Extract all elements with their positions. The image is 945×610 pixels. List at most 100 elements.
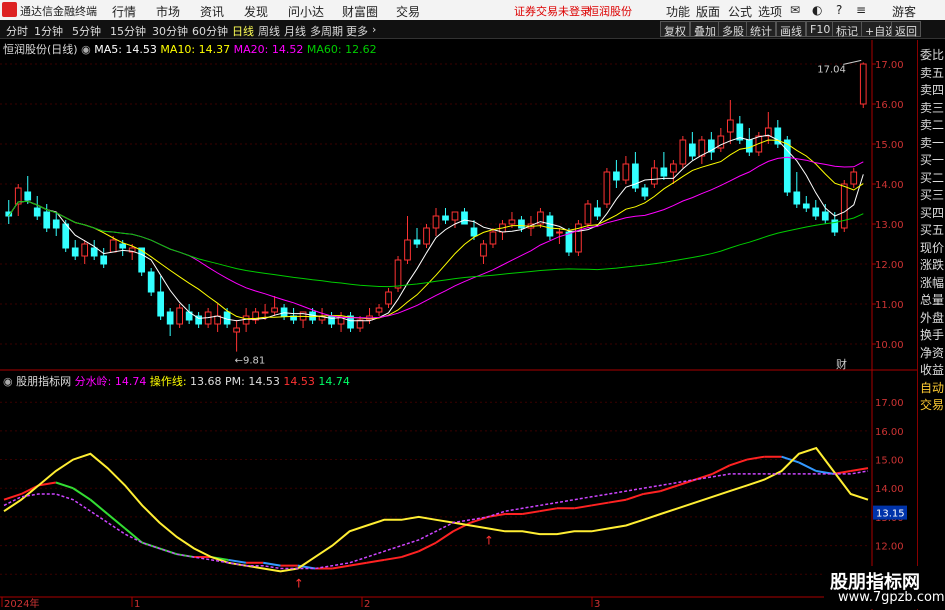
candle-body bbox=[802, 203, 810, 209]
side-panel-item[interactable]: 卖四 bbox=[920, 81, 944, 98]
period-more[interactable]: 更多 bbox=[346, 23, 368, 39]
side-panel-item[interactable]: 卖三 bbox=[920, 99, 944, 116]
side-panel-item[interactable]: 交易 bbox=[920, 396, 944, 413]
price-tick-label: 13.00 bbox=[875, 220, 904, 231]
side-panel-item[interactable]: 净资 bbox=[920, 344, 944, 361]
period-monthly[interactable]: 月线 bbox=[284, 23, 306, 39]
menu-news[interactable]: 资讯 bbox=[200, 3, 224, 20]
menu-layout[interactable]: 版面 bbox=[696, 3, 720, 20]
fsl-segment bbox=[539, 507, 558, 513]
menu-quotes[interactable]: 行情 bbox=[112, 3, 136, 20]
overlay-button[interactable]: 叠加 bbox=[690, 21, 720, 38]
period-daily[interactable]: 日线 bbox=[232, 23, 254, 39]
menu-wealth[interactable]: 财富圈 bbox=[342, 3, 378, 20]
side-panel-item[interactable]: 买二 bbox=[920, 169, 944, 186]
candle-body bbox=[52, 219, 60, 229]
price-tick-label: 17.00 bbox=[875, 60, 904, 71]
fsl-segment bbox=[418, 541, 437, 553]
indicator-tick-label: 17.00 bbox=[875, 398, 904, 409]
watermark: 股朋指标网 www.7gpzb.com bbox=[824, 566, 945, 609]
indicator-tick-label: 16.00 bbox=[875, 427, 904, 438]
side-panel-item[interactable]: 涨幅 bbox=[920, 274, 944, 291]
candle-body bbox=[71, 247, 79, 257]
period-weekly[interactable]: 周线 bbox=[258, 23, 280, 39]
skin-icon[interactable]: ◐ bbox=[812, 3, 822, 17]
period-1min[interactable]: 1分钟 bbox=[34, 23, 63, 39]
fsl-segment bbox=[608, 498, 627, 504]
stats-button[interactable]: 统计 bbox=[746, 21, 776, 38]
message-icon[interactable]: ✉ bbox=[790, 3, 800, 17]
side-panel-item[interactable]: 总量 bbox=[920, 291, 944, 308]
fsl-segment bbox=[89, 498, 109, 515]
fsl-segment bbox=[712, 464, 731, 475]
menu-discover[interactable]: 发现 bbox=[244, 3, 268, 20]
adjust-button[interactable]: 复权 bbox=[660, 21, 690, 38]
side-panel-item[interactable]: 换手 bbox=[920, 326, 944, 343]
side-panel-item[interactable]: 委比 bbox=[920, 46, 944, 63]
fsl-segment bbox=[263, 561, 281, 567]
fsl-segment bbox=[643, 490, 661, 495]
candle-body bbox=[821, 211, 829, 221]
side-panel-item[interactable]: 收益 bbox=[920, 361, 944, 378]
candle-body bbox=[698, 139, 706, 157]
period-more-chevron-icon[interactable]: › bbox=[372, 23, 376, 36]
period-tick[interactable]: 分时 bbox=[6, 23, 28, 39]
side-panel-item[interactable]: 卖五 bbox=[920, 64, 944, 81]
kline-chart[interactable]: ↑↑ 17.0016.0015.0014.0013.0012.0011.0010… bbox=[0, 40, 917, 610]
side-panel-item[interactable]: 买四 bbox=[920, 204, 944, 221]
period-15min[interactable]: 15分钟 bbox=[110, 23, 146, 39]
candle-body bbox=[622, 163, 630, 181]
menu-trade[interactable]: 交易 bbox=[396, 3, 420, 20]
draw-button[interactable]: 画线 bbox=[776, 21, 806, 38]
candle-body bbox=[404, 239, 411, 261]
title-bar: 通达信金融终端 行情 市场 资讯 发现 问小达 财富圈 交易 证券交易未登录 恒… bbox=[0, 0, 945, 20]
guest-user[interactable]: 游客 bbox=[892, 3, 916, 20]
period-30min[interactable]: 30分钟 bbox=[152, 23, 188, 39]
candle-body bbox=[489, 231, 497, 245]
candle-body bbox=[233, 327, 240, 333]
menu-function[interactable]: 功能 bbox=[666, 3, 690, 20]
mark-button[interactable]: 标记 bbox=[832, 21, 862, 38]
f10-button[interactable]: F10 bbox=[806, 21, 835, 37]
candle-layer bbox=[5, 62, 867, 352]
price-tick-label: 15.00 bbox=[875, 140, 904, 151]
side-panel-item[interactable]: 卖二 bbox=[920, 116, 944, 133]
menu-options[interactable]: 选项 bbox=[758, 3, 782, 20]
indicator-value-label: 13.15 bbox=[876, 509, 905, 520]
side-panel-item[interactable]: 买五 bbox=[920, 221, 944, 238]
candle-body bbox=[176, 307, 183, 325]
fsl-segment bbox=[349, 561, 368, 567]
settings-icon[interactable]: ≡ bbox=[856, 3, 866, 17]
candle-body bbox=[651, 167, 658, 185]
side-panel-item[interactable]: 买一 bbox=[920, 151, 944, 168]
back-button[interactable]: 返回 bbox=[891, 21, 921, 38]
buy-arrow-icon: ↑ bbox=[484, 533, 494, 547]
period-5min[interactable]: 5分钟 bbox=[72, 23, 101, 39]
candle-body bbox=[62, 223, 70, 249]
help-icon[interactable]: ? bbox=[836, 3, 842, 17]
side-panel-item[interactable]: 现价 bbox=[920, 239, 944, 256]
side-panel-item[interactable]: 买三 bbox=[920, 186, 944, 203]
candle-body bbox=[375, 307, 383, 313]
finance-marker: 财 bbox=[836, 357, 847, 371]
candle-body bbox=[726, 119, 734, 133]
period-multi[interactable]: 多周期 bbox=[310, 23, 343, 39]
period-60min[interactable]: 60分钟 bbox=[192, 23, 228, 39]
menu-formula[interactable]: 公式 bbox=[728, 3, 752, 20]
side-panel-item[interactable]: 外盘 bbox=[920, 309, 944, 326]
side-panel-item[interactable]: 卖一 bbox=[920, 134, 944, 151]
candle-body bbox=[840, 183, 848, 229]
login-warning[interactable]: 证券交易未登录 bbox=[514, 3, 591, 19]
menu-market[interactable]: 市场 bbox=[156, 3, 180, 20]
watermark-url: www.7gpzb.com bbox=[838, 590, 945, 605]
side-panel-item[interactable]: 自动 bbox=[920, 379, 944, 396]
app-name: 通达信金融终端 bbox=[20, 5, 97, 18]
candle-body bbox=[157, 291, 165, 317]
side-panel-item[interactable]: 涨跌 bbox=[920, 256, 944, 273]
current-stock: 恒润股份 bbox=[588, 5, 632, 18]
fsl-segment bbox=[574, 504, 592, 510]
menu-ask[interactable]: 问小达 bbox=[288, 3, 324, 20]
multi-stock-button[interactable]: 多股 bbox=[718, 21, 748, 38]
fsl-segment bbox=[72, 487, 91, 501]
app-logo-icon bbox=[2, 2, 17, 17]
